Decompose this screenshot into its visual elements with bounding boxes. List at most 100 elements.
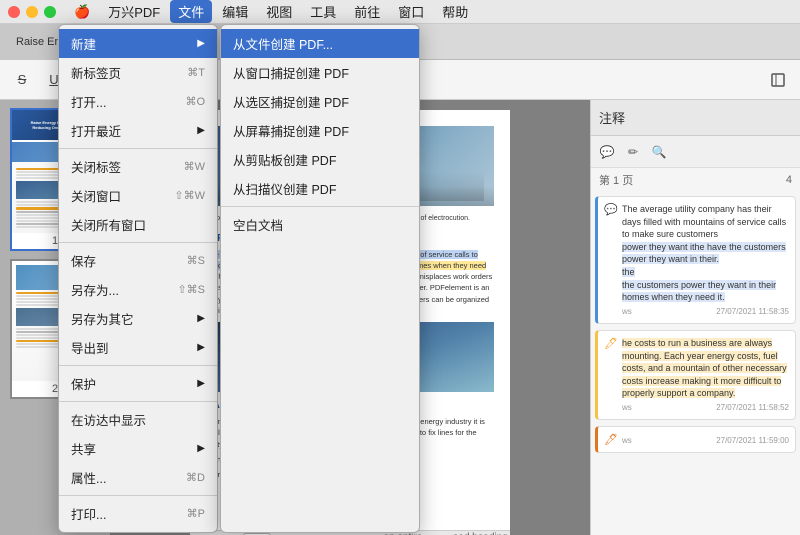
annotation-1-time: 27/07/2021 11:58:35 <box>716 306 789 317</box>
menubar-appname[interactable]: 万兴PDF <box>100 0 168 23</box>
menu-save-other[interactable]: 另存为其它 ▶ <box>59 304 217 333</box>
menubar-edit[interactable]: 编辑 <box>214 0 256 23</box>
toolbar-expand[interactable] <box>764 66 792 94</box>
submenu-from-file[interactable]: 从文件创建 PDF... <box>221 29 419 58</box>
menu-open-recent-label: 打开最近 <box>71 121 121 140</box>
menu-save-shortcut: ⌘S <box>187 254 205 267</box>
menu-close-win-label: 关闭窗口 <box>71 186 121 205</box>
annotation-2[interactable]: 🖊 he costs to run a business are always … <box>595 330 796 420</box>
close-btn[interactable] <box>8 6 20 18</box>
annotation-2-text: he costs to run a business are always mo… <box>622 337 789 400</box>
menu-export-label: 导出到 <box>71 338 109 357</box>
menu-new[interactable]: 新建 ▶ <box>59 29 217 58</box>
submenu-from-scanner[interactable]: 从扫描仪创建 PDF <box>221 174 419 203</box>
menu-show-finder-label: 在访达中显示 <box>71 410 146 429</box>
annotation-2-user: ws <box>622 402 632 413</box>
menu-close-win[interactable]: 关闭窗口 ⇧⌘W <box>59 181 217 210</box>
menubar-goto[interactable]: 前往 <box>346 0 388 23</box>
menu-sep-2 <box>59 242 217 243</box>
menubar-help[interactable]: 帮助 <box>434 0 476 23</box>
submenu-from-file-label: 从文件创建 PDF... <box>233 34 333 53</box>
panel-header: 注释 <box>591 100 800 136</box>
menu-close-tab[interactable]: 关闭标签 ⌘W <box>59 152 217 181</box>
menu-new-label: 新建 <box>71 34 96 53</box>
menu-open-label: 打开... <box>71 92 106 111</box>
menu-print-label: 打印... <box>71 504 106 523</box>
submenu-from-selection[interactable]: 从选区捕捉创建 PDF <box>221 87 419 116</box>
menu-close-all[interactable]: 关闭所有窗口 <box>59 210 217 239</box>
menubar: 🍎 万兴PDF 文件 编辑 视图 工具 前往 窗口 帮助 <box>0 0 800 24</box>
menu-open-shortcut: ⌘O <box>185 95 205 108</box>
menu-protect-label: 保护 <box>71 374 96 393</box>
submenu-blank[interactable]: 空白文档 <box>221 210 419 239</box>
menu-save-label: 保存 <box>71 251 96 270</box>
menubar-file[interactable]: 文件 <box>170 0 212 23</box>
submenu-sep <box>221 206 419 207</box>
panel-page-info: 第 1 页 4 <box>591 168 800 192</box>
menubar-tools[interactable]: 工具 <box>302 0 344 23</box>
submenu-from-selection-label: 从选区捕捉创建 PDF <box>233 92 349 111</box>
submenu-from-window[interactable]: 从窗口捕捉创建 PDF <box>221 58 419 87</box>
menu-open-recent[interactable]: 打开最近 ▶ <box>59 116 217 145</box>
annotation-2-icon: 🖊 <box>604 337 618 352</box>
menu-export[interactable]: 导出到 ▶ <box>59 333 217 362</box>
annotation-2-meta: ws 27/07/2021 11:58:52 <box>622 402 789 413</box>
menu-share[interactable]: 共享 ▶ <box>59 434 217 463</box>
menu-sep-1 <box>59 148 217 149</box>
annotation-3[interactable]: 🖊 ws 27/07/2021 11:59:00 <box>595 426 796 453</box>
annotation-1-meta: ws 27/07/2021 11:58:35 <box>622 306 789 317</box>
menu-new-tab[interactable]: 新标签页 ⌘T <box>59 58 217 87</box>
annotation-3-icon: 🖊 <box>604 433 618 448</box>
menubar-apple[interactable]: 🍎 <box>66 2 98 22</box>
annotation-1-icon: 💬 <box>604 203 618 218</box>
menu-save-as[interactable]: 另存为... ⇧⌘S <box>59 275 217 304</box>
panel-title: 注释 <box>599 108 625 127</box>
menu-save-as-label: 另存为... <box>71 280 119 299</box>
panel-page-label: 第 1 页 <box>599 172 633 188</box>
menu-open-recent-arrow: ▶ <box>197 125 205 136</box>
submenu-from-clipboard-label: 从剪贴板创建 PDF <box>233 150 336 169</box>
submenu-from-clipboard[interactable]: 从剪贴板创建 PDF <box>221 145 419 174</box>
right-panel: 注释 💬 ✏ 🔍 第 1 页 4 💬 The average utility c… <box>590 100 800 535</box>
traffic-lights <box>8 6 56 18</box>
annotation-3-time: 27/07/2021 11:59:00 <box>716 435 789 446</box>
menu-share-label: 共享 <box>71 439 96 458</box>
toolbar-strikethrough[interactable]: S <box>8 66 36 94</box>
annotation-3-user: ws <box>622 435 632 446</box>
menu-container: 新建 ▶ 新标签页 ⌘T 打开... ⌘O 打开最近 ▶ <box>58 24 420 533</box>
panel-tool-search[interactable]: 🔍 <box>647 140 671 164</box>
menu-new-tab-label: 新标签页 <box>71 63 121 82</box>
menu-close-tab-label: 关闭标签 <box>71 157 121 176</box>
annotation-2-time: 27/07/2021 11:58:52 <box>716 402 789 413</box>
submenu-from-window-label: 从窗口捕捉创建 PDF <box>233 63 349 82</box>
menu-props-shortcut: ⌘D <box>186 471 205 484</box>
menu-export-arrow: ▶ <box>197 342 205 353</box>
panel-tool-chat[interactable]: 💬 <box>595 140 619 164</box>
submenu-from-screen[interactable]: 从屏幕捕捉创建 PDF <box>221 116 419 145</box>
annotation-1[interactable]: 💬 The average utility company has their … <box>595 196 796 324</box>
menu-new-arrow: ▶ <box>197 38 205 49</box>
menu-save-other-label: 另存为其它 <box>71 309 134 328</box>
menu-show-finder[interactable]: 在访达中显示 <box>59 405 217 434</box>
menu-props[interactable]: 属性... ⌘D <box>59 463 217 492</box>
menu-print[interactable]: 打印... ⌘P <box>59 499 217 528</box>
menu-save-as-shortcut: ⇧⌘S <box>177 283 205 296</box>
submenu-from-scanner-label: 从扫描仪创建 PDF <box>233 179 336 198</box>
menu-props-label: 属性... <box>71 468 106 487</box>
minimize-btn[interactable] <box>26 6 38 18</box>
menu-protect[interactable]: 保护 ▶ <box>59 369 217 398</box>
menu-sep-3 <box>59 365 217 366</box>
menu-sep-4 <box>59 401 217 402</box>
menu-protect-arrow: ▶ <box>197 378 205 389</box>
menu-new-tab-shortcut: ⌘T <box>187 66 205 79</box>
menu-open[interactable]: 打开... ⌘O <box>59 87 217 116</box>
menubar-view[interactable]: 视图 <box>258 0 300 23</box>
menu-save-other-arrow: ▶ <box>197 313 205 324</box>
panel-annotations: 💬 The average utility company has their … <box>591 192 800 535</box>
annotation-3-meta: ws 27/07/2021 11:59:00 <box>622 435 789 446</box>
maximize-btn[interactable] <box>44 6 56 18</box>
menu-save[interactable]: 保存 ⌘S <box>59 246 217 275</box>
panel-count: 4 <box>786 174 792 186</box>
panel-tool-pen[interactable]: ✏ <box>621 140 645 164</box>
menubar-window[interactable]: 窗口 <box>390 0 432 23</box>
